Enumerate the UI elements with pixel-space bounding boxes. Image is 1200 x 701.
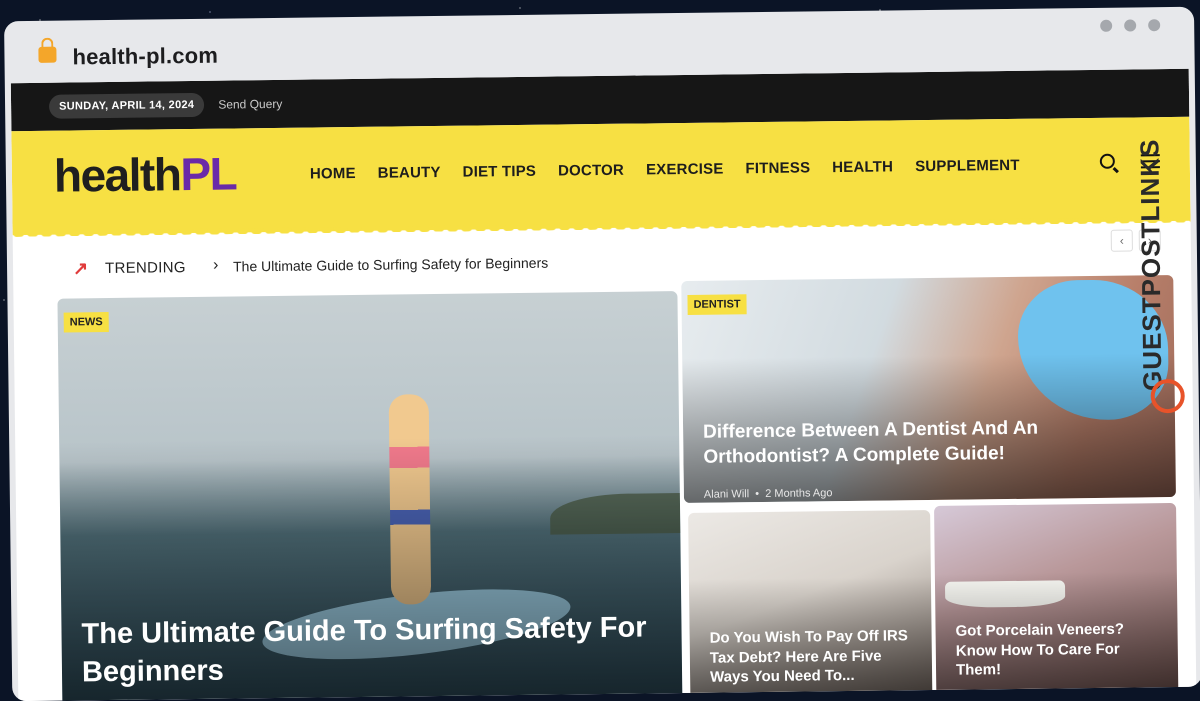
- nav-home[interactable]: HOME: [310, 165, 356, 183]
- card-title[interactable]: Difference Between A Dentist And An Orth…: [703, 415, 1144, 470]
- nav-supplement[interactable]: SUPPLEMENT: [915, 157, 1020, 175]
- send-query-link[interactable]: Send Query: [218, 97, 282, 112]
- post-date: 2 Months Ago: [765, 487, 833, 501]
- main-nav: HOME BEAUTY DIET TIPS DOCTOR EXERCISE FI…: [310, 157, 1020, 183]
- address-bar-url[interactable]: health-pl.com: [72, 43, 218, 71]
- lock-icon: [38, 46, 57, 63]
- card-title[interactable]: The Ultimate Guide To Surfing Safety For…: [81, 609, 682, 692]
- trending-label: TRENDING: [104, 259, 186, 278]
- search-icon[interactable]: [1099, 153, 1115, 169]
- nav-beauty[interactable]: BEAUTY: [378, 164, 441, 182]
- window-dot-2[interactable]: [1124, 19, 1137, 32]
- trending-arrow-icon: ↗: [72, 258, 89, 279]
- card-title[interactable]: Got Porcelain Veneers? Know How To Care …: [955, 619, 1166, 680]
- link-icon: [1150, 378, 1185, 414]
- window-dot-1[interactable]: [1100, 19, 1113, 32]
- trending-headline[interactable]: The Ultimate Guide to Surfing Safety for…: [233, 255, 548, 275]
- featured-grid: NEWS The Ultimate Guide To Surfing Safet…: [57, 275, 1179, 701]
- site-logo[interactable]: healthPL: [54, 146, 237, 202]
- card-title[interactable]: Do You Wish To Pay Off IRS Tax Debt? Her…: [710, 626, 921, 687]
- nav-doctor[interactable]: DOCTOR: [558, 162, 624, 180]
- author-name[interactable]: Alani Will: [704, 488, 749, 501]
- category-tag[interactable]: NEWS: [63, 312, 109, 333]
- featured-card-tax[interactable]: Do You Wish To Pay Off IRS Tax Debt? Her…: [688, 509, 933, 701]
- logo-text-main: health: [53, 148, 181, 202]
- guestpostlinks-watermark: GUESTPOSTLINKS: [1134, 129, 1187, 429]
- chevron-right-icon: ›: [212, 256, 219, 274]
- nav-exercise[interactable]: EXERCISE: [646, 160, 724, 178]
- web-page: SUNDAY, APRIL 14, 2024 Send Query health…: [10, 68, 1197, 701]
- nav-health[interactable]: HEALTH: [832, 158, 893, 176]
- featured-card-main[interactable]: NEWS The Ultimate Guide To Surfing Safet…: [57, 291, 683, 701]
- window-dot-3[interactable]: [1148, 19, 1161, 32]
- browser-window: health-pl.com SUNDAY, APRIL 14, 2024 Sen…: [4, 6, 1200, 701]
- nav-diet-tips[interactable]: DIET TIPS: [463, 163, 537, 181]
- date-pill: SUNDAY, APRIL 14, 2024: [48, 92, 205, 119]
- meta-separator: •: [752, 488, 766, 501]
- site-header: healthPL HOME BEAUTY DIET TIPS DOCTOR EX…: [11, 116, 1191, 236]
- nav-fitness[interactable]: FITNESS: [745, 159, 810, 177]
- window-controls: [1100, 19, 1161, 32]
- logo-text-accent: PL: [180, 147, 237, 201]
- featured-card-veneers[interactable]: Got Porcelain Veneers? Know How To Care …: [934, 502, 1179, 700]
- card-meta: Alani Will • 2 Months Ago: [704, 487, 833, 501]
- watermark-text: GUESTPOSTLINKS: [1134, 138, 1168, 392]
- category-tag[interactable]: DENTIST: [687, 294, 747, 315]
- featured-card-dentist[interactable]: DENTIST Difference Between A Dentist And…: [681, 275, 1176, 503]
- prev-arrow-icon[interactable]: ‹: [1110, 229, 1133, 252]
